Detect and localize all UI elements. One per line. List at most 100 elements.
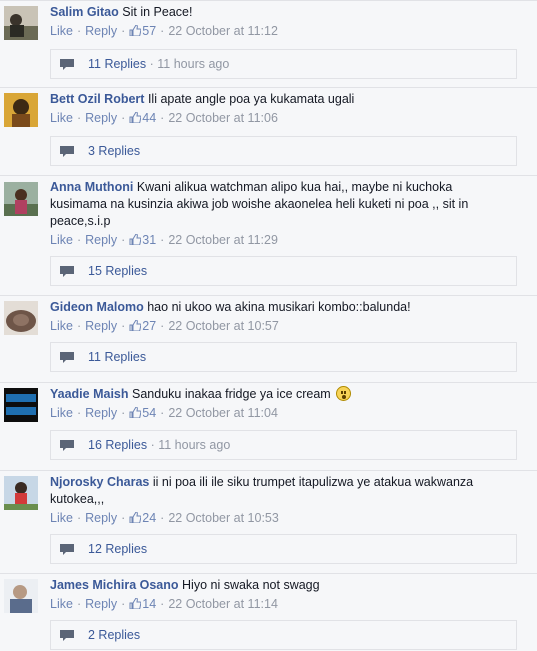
- avatar[interactable]: [4, 93, 38, 127]
- like-count[interactable]: 24: [142, 511, 156, 525]
- comment-timestamp[interactable]: 22 October at 11:29: [168, 233, 278, 247]
- reply-link[interactable]: Reply: [85, 319, 117, 333]
- replies-box[interactable]: 15 Replies: [50, 256, 517, 286]
- like-count[interactable]: 54: [142, 406, 156, 420]
- comment-author[interactable]: Anna Muthoni: [50, 180, 133, 194]
- comment-timestamp[interactable]: 22 October at 11:04: [168, 406, 278, 420]
- separator: ·: [121, 111, 126, 125]
- comment-actions: Like · Reply · 24 · 22 October at 10:53: [50, 510, 507, 527]
- avatar[interactable]: [4, 476, 38, 510]
- like-count[interactable]: 31: [142, 233, 156, 247]
- separator: ·: [121, 233, 126, 247]
- reply-arrow-icon: [60, 630, 74, 641]
- comment-body: Bett Ozil Robert Ili apate angle poa ya …: [50, 91, 507, 127]
- comment-timestamp[interactable]: 22 October at 11:06: [168, 111, 278, 125]
- thumbs-up-icon[interactable]: [129, 598, 142, 609]
- reply-link[interactable]: Reply: [85, 511, 117, 525]
- comment: Anna Muthoni Kwani alikua watchman alipo…: [0, 175, 537, 295]
- separator: ·: [121, 511, 126, 525]
- comment-author[interactable]: Salim Gitao: [50, 5, 119, 19]
- avatar[interactable]: [4, 182, 38, 216]
- comment-timestamp[interactable]: 22 October at 11:14: [168, 597, 278, 611]
- like-link[interactable]: Like: [50, 111, 73, 125]
- comment: Salim Gitao Sit in Peace! Like · Reply · 57 ·…: [0, 0, 537, 87]
- like-count[interactable]: 57: [142, 24, 156, 38]
- comment-author[interactable]: Bett Ozil Robert: [50, 92, 144, 106]
- replies-label[interactable]: 12 Replies: [88, 542, 147, 556]
- comment-actions: Like · Reply · 27 · 22 October at 10:57: [50, 318, 507, 335]
- replies-label[interactable]: 15 Replies: [88, 264, 147, 278]
- replies-label[interactable]: 11 Replies: [88, 350, 146, 364]
- comment-body: Salim Gitao Sit in Peace! Like · Reply · 57 ·…: [50, 4, 507, 40]
- replies-box[interactable]: 11 Replies: [50, 342, 517, 372]
- thumbs-up-icon[interactable]: [129, 320, 142, 331]
- comment-body: Yaadie Maish Sanduku inakaa fridge ya ic…: [50, 386, 507, 422]
- like-link[interactable]: Like: [50, 597, 73, 611]
- comment-panel: Njorosky Charas ii ni poa ili ile siku t…: [0, 470, 537, 573]
- separator: ·: [76, 111, 82, 125]
- separator: ·: [160, 233, 165, 247]
- comment: Njorosky Charas ii ni poa ili ile siku t…: [0, 470, 537, 573]
- separator: ·: [160, 406, 165, 420]
- reply-link[interactable]: Reply: [85, 233, 117, 247]
- comment-panel: James Michira Osano Hiyo ni swaka not sw…: [0, 573, 537, 651]
- thumbs-up-icon[interactable]: [129, 25, 142, 36]
- like-link[interactable]: Like: [50, 319, 73, 333]
- separator: ·: [160, 319, 165, 333]
- comment: James Michira Osano Hiyo ni swaka not sw…: [0, 573, 537, 651]
- like-link[interactable]: Like: [50, 406, 73, 420]
- thumbs-up-icon[interactable]: [129, 234, 142, 245]
- like-count[interactable]: 44: [142, 111, 156, 125]
- comment-timestamp[interactable]: 22 October at 11:12: [168, 24, 278, 38]
- replies-time: 11 hours ago: [158, 438, 231, 452]
- comment-text: Sit in Peace!: [122, 5, 193, 19]
- replies-box[interactable]: 16 Replies · 11 hours ago: [50, 430, 517, 460]
- reply-link[interactable]: Reply: [85, 597, 117, 611]
- replies-label[interactable]: 2 Replies: [88, 628, 140, 642]
- separator: ·: [160, 111, 165, 125]
- comment-text: Ili apate angle poa ya kukamata ugali: [147, 92, 355, 106]
- comment-timestamp[interactable]: 22 October at 10:53: [168, 511, 279, 525]
- avatar[interactable]: [4, 579, 38, 613]
- comment-text: hao ni ukoo wa akina musikari kombo::bal…: [147, 300, 411, 314]
- thumbs-up-icon[interactable]: [129, 112, 142, 123]
- reply-arrow-icon: [60, 440, 74, 451]
- comment-body: James Michira Osano Hiyo ni swaka not sw…: [50, 577, 507, 613]
- replies-box[interactable]: 11 Replies · 11 hours ago: [50, 49, 517, 79]
- thumbs-up-icon[interactable]: [129, 407, 142, 418]
- separator: ·: [160, 511, 165, 525]
- like-link[interactable]: Like: [50, 233, 73, 247]
- reply-link[interactable]: Reply: [85, 111, 117, 125]
- reply-link[interactable]: Reply: [85, 24, 117, 38]
- reply-link[interactable]: Reply: [85, 406, 117, 420]
- separator: ·: [76, 511, 82, 525]
- like-link[interactable]: Like: [50, 511, 73, 525]
- replies-label[interactable]: 11 Replies · 11 hours ago: [88, 57, 229, 71]
- replies-box[interactable]: 3 Replies: [50, 136, 517, 166]
- replies-box[interactable]: 2 Replies: [50, 620, 517, 650]
- separator: ·: [160, 24, 165, 38]
- replies-box[interactable]: 12 Replies: [50, 534, 517, 564]
- comment-author[interactable]: Gideon Malomo: [50, 300, 144, 314]
- comment: Bett Ozil Robert Ili apate angle poa ya …: [0, 87, 537, 175]
- thumbs-up-icon[interactable]: [129, 512, 142, 523]
- avatar[interactable]: [4, 301, 38, 335]
- comment-timestamp[interactable]: 22 October at 10:57: [168, 319, 279, 333]
- reply-arrow-icon: [60, 352, 74, 363]
- reply-arrow-icon: [60, 59, 74, 70]
- comment-feed: Salim Gitao Sit in Peace! Like · Reply · 57 ·…: [0, 0, 537, 651]
- reply-arrow-icon: [60, 544, 74, 555]
- sep-dot: ·: [149, 57, 154, 71]
- comment-author[interactable]: Njorosky Charas: [50, 475, 149, 489]
- comment-author[interactable]: Yaadie Maish: [50, 387, 129, 401]
- replies-label[interactable]: 3 Replies: [88, 144, 140, 158]
- comment-panel: Salim Gitao Sit in Peace! Like · Reply · 57 ·…: [0, 0, 537, 87]
- like-count[interactable]: 14: [142, 597, 156, 611]
- replies-label[interactable]: 16 Replies · 11 hours ago: [88, 438, 230, 452]
- avatar[interactable]: [4, 6, 38, 40]
- avatar[interactable]: [4, 388, 38, 422]
- like-count[interactable]: 27: [142, 319, 156, 333]
- comment-body: Gideon Malomo hao ni ukoo wa akina musik…: [50, 299, 507, 335]
- comment-author[interactable]: James Michira Osano: [50, 578, 179, 592]
- like-link[interactable]: Like: [50, 24, 73, 38]
